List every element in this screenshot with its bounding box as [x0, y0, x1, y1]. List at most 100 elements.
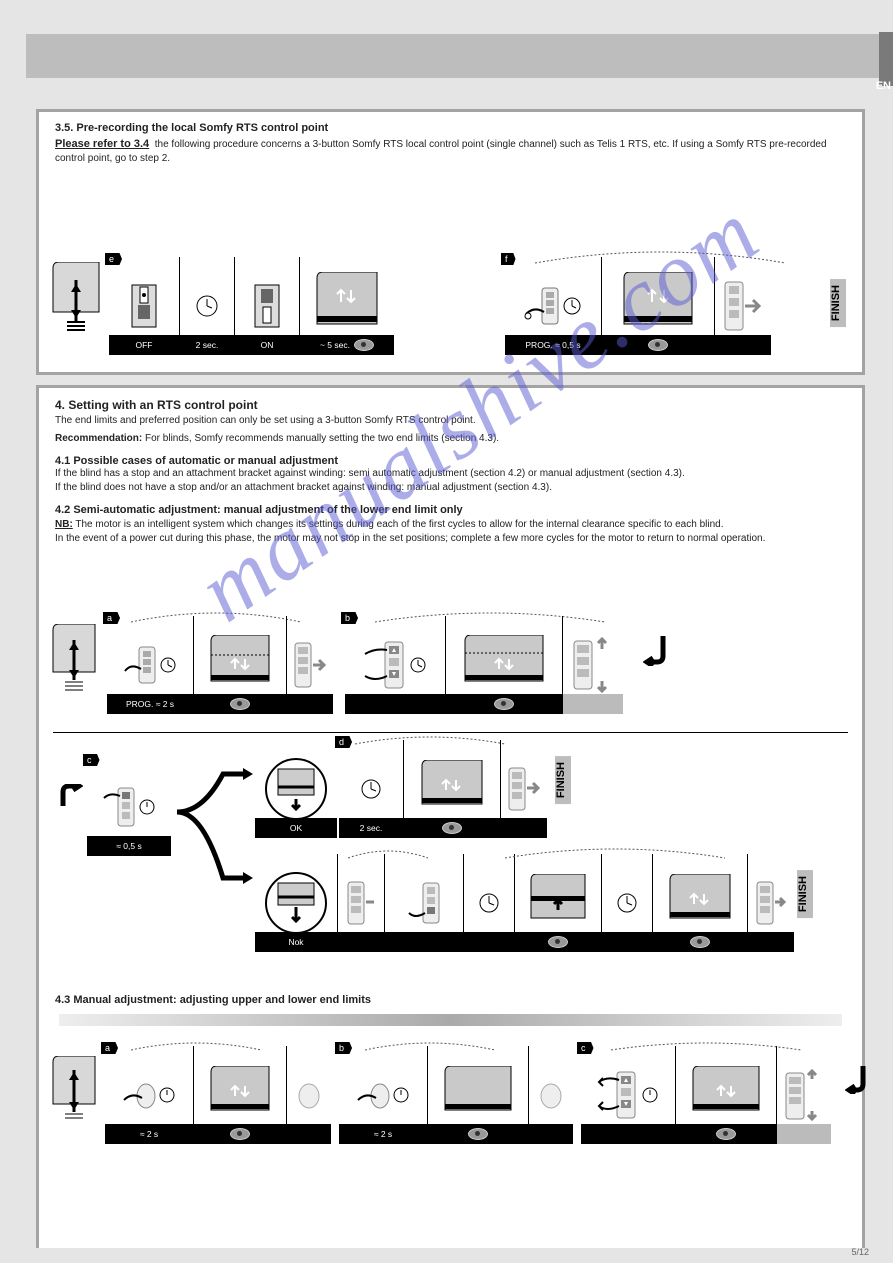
section-title-4: 4. Setting with an RTS control point — [55, 398, 846, 412]
intro-text: the following procedure concerns a 3-but… — [55, 139, 827, 164]
clock-icon — [195, 294, 219, 318]
step-tag: a — [101, 1042, 118, 1054]
blind-react-icon — [205, 635, 275, 695]
on-label: ON — [261, 340, 274, 350]
breaker-off-icon — [126, 281, 162, 331]
blind-react-icon — [618, 272, 698, 340]
step-tag: a — [103, 612, 120, 624]
hand-press-updown-icon — [597, 1070, 639, 1120]
hand-press-up-icon — [102, 784, 136, 830]
clock-icon — [641, 1086, 659, 1104]
remote-dir-icon — [572, 633, 614, 697]
step-tag: b — [335, 1042, 352, 1054]
blind-initial-icon — [49, 624, 99, 699]
lang-tab: EN — [879, 32, 893, 86]
eye-icon — [442, 822, 462, 834]
hand-press-round-icon — [356, 1076, 390, 1114]
round-button-icon — [538, 1080, 564, 1110]
clock-icon — [409, 656, 427, 674]
clock-icon — [159, 656, 177, 674]
branch-arrows-icon — [173, 748, 263, 918]
wait-label: 2 sec. — [196, 340, 219, 350]
hand-press-updown-icon — [363, 640, 407, 690]
ok-circle-icon — [264, 757, 328, 821]
off-label: OFF — [136, 340, 153, 350]
intro-ref: Please refer to 3.4 — [55, 138, 149, 150]
hand-press-down-icon — [407, 881, 441, 925]
a43-label: ≈ 2 s — [140, 1129, 158, 1139]
finish-label: FINISH — [797, 870, 813, 918]
remote-result-icon — [723, 276, 763, 336]
remote-arrow-icon — [346, 876, 376, 930]
clock-icon — [138, 798, 156, 816]
blind-initial-icon — [49, 262, 103, 341]
clock-icon — [616, 892, 638, 914]
remote-arrow-icon — [507, 762, 541, 816]
step-tag: c — [577, 1042, 594, 1054]
loop-c-icon — [59, 784, 83, 815]
eye-icon — [548, 936, 568, 948]
blind-react-icon — [311, 272, 383, 340]
eye-icon — [648, 339, 668, 351]
separator-arrow — [59, 1014, 842, 1026]
blind-react-icon — [416, 760, 488, 818]
recommend-label: Recommendation: — [55, 433, 142, 444]
round-button-icon — [296, 1080, 322, 1110]
b43-label: ≈ 2 s — [374, 1129, 392, 1139]
blind-react-icon — [687, 1066, 765, 1124]
eye-icon — [468, 1128, 488, 1140]
note-text: The motor is an intelligent system which… — [75, 519, 723, 530]
page-number: 5/12 — [851, 1247, 869, 1257]
clock-icon — [392, 1086, 410, 1104]
finish-label: FINISH — [555, 756, 571, 804]
blind-icon-43 — [49, 1056, 99, 1131]
remote-dir-icon — [784, 1065, 824, 1125]
blind-up-icon — [525, 874, 591, 932]
loop-back-icon — [845, 1062, 871, 1097]
step-tag: b — [341, 612, 358, 624]
note-label: NB: — [55, 519, 73, 530]
remote-arrow-icon — [293, 637, 327, 693]
breaker-on-icon — [249, 281, 285, 331]
recommend-text: For blinds, Somfy recommends manually se… — [145, 433, 499, 444]
clock-icon — [478, 892, 500, 914]
step-tag: c — [83, 754, 100, 766]
section-3-5: 3.5. Pre-recording the local Somfy RTS c… — [36, 109, 865, 375]
hand-press-prog-icon — [123, 643, 157, 687]
blind-react-icon — [205, 1066, 275, 1124]
header-bar — [26, 34, 881, 78]
p1: The end limits and preferred position ca… — [55, 414, 846, 428]
clock-icon — [360, 778, 382, 800]
step-tag: d — [335, 736, 352, 748]
d-wait: 2 sec. — [360, 823, 383, 833]
hand-press-round-icon — [122, 1076, 156, 1114]
s43-title: 4.3 Manual adjustment: adjusting upper a… — [55, 994, 846, 1006]
section-title-35: 3.5. Pre-recording the local Somfy RTS c… — [55, 122, 846, 134]
prog2-label: PROG. ≈ 2 s — [126, 699, 174, 709]
section-4: 4. Setting with an RTS control point The… — [36, 385, 865, 1248]
nok-circle-icon — [264, 871, 328, 935]
eye-icon — [494, 698, 514, 710]
ok-label: OK — [290, 823, 302, 833]
step-tag: e — [105, 253, 122, 265]
nok-label: Nok — [288, 937, 303, 947]
clock-icon — [562, 296, 582, 316]
lang-label: EN — [876, 80, 891, 92]
eye-icon — [690, 936, 710, 948]
eye-icon — [230, 1128, 250, 1140]
s41-title: 4.1 Possible cases of automatic or manua… — [55, 455, 846, 467]
note2: In the event of a power cut during this … — [55, 532, 846, 546]
blind-react-icon — [439, 1066, 517, 1124]
s42-title: 4.2 Semi-automatic adjustment: manual ad… — [55, 504, 846, 516]
eye-icon — [230, 698, 250, 710]
finish-label: FINISH — [830, 279, 846, 327]
press-label: ≈ 0,5 s — [116, 841, 141, 851]
prog-label: PROG. ≈ 0,5 s — [525, 340, 580, 350]
blind-react-icon — [664, 874, 736, 932]
remote-arrow-icon — [755, 876, 787, 930]
step-tag: f — [501, 253, 516, 265]
eye-icon — [354, 339, 374, 351]
clock-icon — [158, 1086, 176, 1104]
wait5-label: ~ 5 sec. — [320, 340, 350, 350]
blind-react-icon — [459, 635, 549, 695]
